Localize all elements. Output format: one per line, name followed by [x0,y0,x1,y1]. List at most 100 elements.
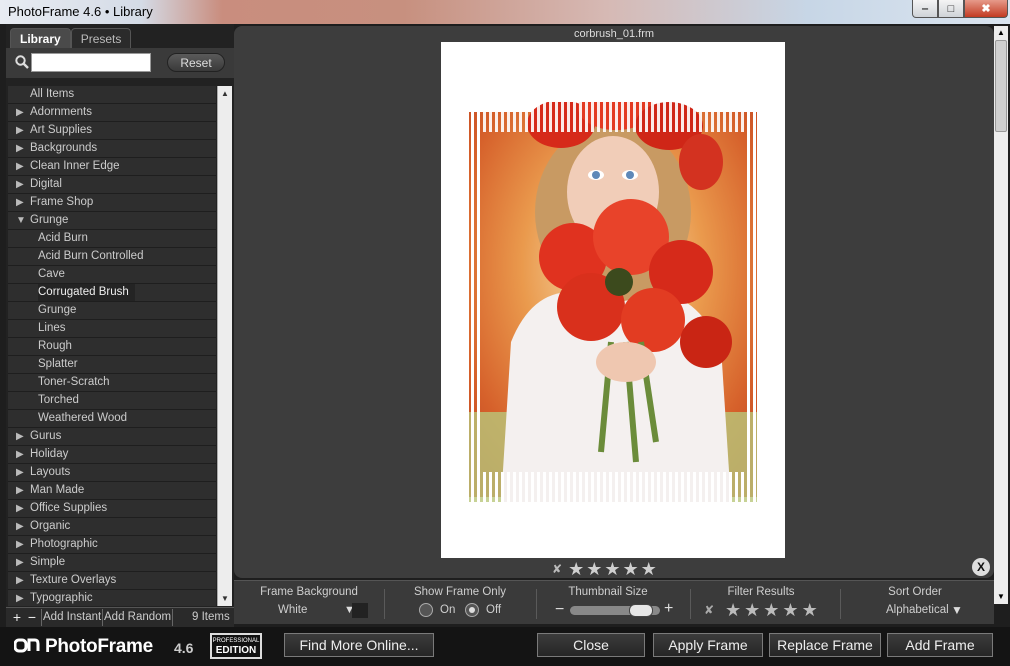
star-icon[interactable]: ★ [586,559,602,579]
clear-filter-icon[interactable]: ✘ [704,603,714,617]
tree-item[interactable]: Acid Burn Controlled [8,248,216,266]
triangle-right-icon[interactable]: ▶ [16,500,24,517]
zoom-out-icon[interactable]: − [555,601,564,619]
scroll-thumb[interactable] [995,40,1007,132]
tree-item[interactable]: ▶ Clean Inner Edge [8,158,216,176]
frame-background-select[interactable]: White [278,604,307,616]
triangle-right-icon[interactable]: ▶ [16,590,24,606]
apply-frame-button[interactable]: Apply Frame [653,633,763,657]
close-preview-button[interactable]: X [972,558,990,576]
add-instant-button[interactable]: Add Instant [43,611,101,623]
star-icon[interactable]: ★ [782,600,798,620]
search-input[interactable] [31,53,151,72]
sort-order-select[interactable]: Alphabetical [886,604,949,616]
star-icon[interactable]: ★ [641,559,657,579]
background-color-swatch[interactable] [352,603,368,618]
tree-item[interactable]: All Items [8,86,216,104]
chevron-down-icon[interactable]: ▼ [951,603,963,617]
tree-item[interactable]: Torched [8,392,216,410]
tree-item[interactable]: ▶ Texture Overlays [8,572,216,590]
tree-item-label: Typographic [30,592,93,604]
triangle-right-icon[interactable]: ▶ [16,518,24,535]
tree-item[interactable]: ▶ Gurus [8,428,216,446]
preview-scrollbar[interactable]: ▲ ▼ [994,26,1008,604]
tree-item[interactable]: Corrugated Brush [8,284,216,302]
add-item-button[interactable]: + [10,610,24,625]
tree-item-label: Frame Shop [30,196,94,208]
tree-item[interactable]: Weathered Wood [8,410,216,428]
star-icon[interactable]: ★ [604,559,620,579]
tree-item[interactable]: ▶ Typographic [8,590,216,606]
tree-item[interactable]: Cave [8,266,216,284]
maximize-button[interactable]: □ [938,0,964,18]
add-frame-button[interactable]: Add Frame [887,633,993,657]
star-icon[interactable]: ★ [622,559,638,579]
tree-item[interactable]: ▶ Frame Shop [8,194,216,212]
tree-item[interactable]: Acid Burn [8,230,216,248]
tree-item[interactable]: ▶ Office Supplies [8,500,216,518]
clear-rating-icon[interactable]: ✘ [552,559,562,579]
tree-item[interactable]: Lines [8,320,216,338]
triangle-right-icon[interactable]: ▶ [16,464,24,481]
find-more-online-button[interactable]: Find More Online... [284,633,434,657]
triangle-right-icon[interactable]: ▶ [16,572,24,589]
triangle-right-icon[interactable]: ▶ [16,536,24,553]
tab-library[interactable]: Library [10,28,71,48]
reset-button[interactable]: Reset [167,53,225,72]
triangle-right-icon[interactable]: ▶ [16,194,24,211]
triangle-right-icon[interactable]: ▶ [16,104,24,121]
remove-item-button[interactable]: − [25,610,39,625]
triangle-right-icon[interactable]: ▶ [16,140,24,157]
tree-item[interactable]: Rough [8,338,216,356]
item-count: 9 Items [192,611,230,623]
divider [172,609,173,626]
tree-item[interactable]: Splatter [8,356,216,374]
show-frame-off-radio[interactable] [465,603,479,617]
tree-item[interactable]: Grunge [8,302,216,320]
tree-item[interactable]: ▶ Art Supplies [8,122,216,140]
tree-item[interactable]: ▶ Man Made [8,482,216,500]
tree-item[interactable]: ▶ Digital [8,176,216,194]
tree-item[interactable]: ▶ Adornments [8,104,216,122]
star-icon[interactable]: ★ [568,559,584,579]
tree-item[interactable]: ▶ Simple [8,554,216,572]
minimize-button[interactable]: ‒ [912,0,938,18]
tree-item[interactable]: ▶ Photographic [8,536,216,554]
tree-item-label: Lines [38,322,66,334]
tree-item[interactable]: ▶ Organic [8,518,216,536]
triangle-right-icon[interactable]: ▶ [16,482,24,499]
star-icon[interactable]: ★ [802,600,818,620]
scroll-up-icon[interactable]: ▲ [218,86,232,101]
slider-handle[interactable] [629,604,654,617]
frame-rating: ✘ ★ ★ ★ ★ ★ [552,559,657,579]
triangle-right-icon[interactable]: ▶ [16,176,24,193]
add-random-button[interactable]: Add Random [104,611,171,623]
tree-item[interactable]: ▶ Layouts [8,464,216,482]
tree-item[interactable]: Toner-Scratch [8,374,216,392]
triangle-right-icon[interactable]: ▶ [16,554,24,571]
tree-scrollbar[interactable]: ▲ ▼ [217,86,232,606]
tree-item[interactable]: ▼ Grunge [8,212,216,230]
show-frame-on-radio[interactable] [419,603,433,617]
tree-item-label: Art Supplies [30,124,93,136]
replace-frame-button[interactable]: Replace Frame [769,633,881,657]
tree-item[interactable]: ▶ Holiday [8,446,216,464]
star-icon[interactable]: ★ [763,600,779,620]
tree-item-label: Layouts [30,466,71,478]
triangle-right-icon[interactable]: ▶ [16,158,24,175]
star-icon[interactable]: ★ [744,600,760,620]
close-window-button[interactable]: ✖ [964,0,1008,18]
triangle-right-icon[interactable]: ▶ [16,446,24,463]
tab-presets[interactable]: Presets [70,28,132,48]
close-button[interactable]: Close [537,633,645,657]
star-icon[interactable]: ★ [725,600,741,620]
scroll-up-icon[interactable]: ▲ [994,26,1008,40]
zoom-in-icon[interactable]: + [664,600,673,618]
triangle-right-icon[interactable]: ▶ [16,428,24,445]
triangle-down-icon[interactable]: ▼ [16,212,26,229]
triangle-right-icon[interactable]: ▶ [16,122,24,139]
frame-preview-image[interactable] [441,42,785,558]
scroll-down-icon[interactable]: ▼ [218,591,232,606]
scroll-down-icon[interactable]: ▼ [994,590,1008,604]
tree-item[interactable]: ▶ Backgrounds [8,140,216,158]
